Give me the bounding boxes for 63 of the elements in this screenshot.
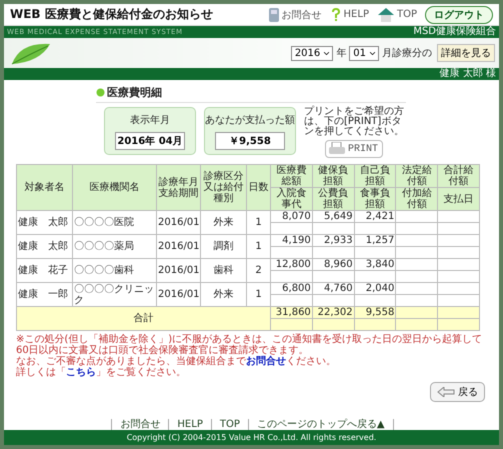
- home-icon: [376, 6, 395, 22]
- printer-icon: [328, 142, 346, 156]
- table-cell: 2016/01: [156, 258, 200, 282]
- table-cell: 健康 太郎: [16, 210, 72, 234]
- bullet-icon: [96, 88, 105, 97]
- summary-value: ￥9,558: [215, 132, 285, 150]
- user-name: 健康 太郎 様: [440, 68, 496, 80]
- table-cell: 健康 花子: [16, 258, 72, 282]
- table-cell: 〇〇〇〇歯科: [72, 258, 156, 282]
- table-cell: 〇〇〇〇薬局: [72, 234, 156, 258]
- help-icon: [330, 6, 342, 22]
- column-header: 健保負担額: [312, 164, 354, 188]
- column-header: 支払日: [438, 188, 480, 210]
- contact-link[interactable]: お問合せ: [246, 356, 286, 367]
- column-header: 公費負担額: [312, 188, 354, 210]
- period-label: 月診療分の: [382, 46, 432, 60]
- column-header: 医療機関名: [72, 164, 156, 210]
- print-button[interactable]: PRINT: [324, 140, 383, 158]
- appeal-notice: ※この処分(但し「補助金を除く」)に不服があるときは、この通知書を受け取った日の翌日から起算して60日以内に文書又は口頭で社会保険審査官に審査請求できます。: [16, 334, 484, 356]
- table-cell: 2016/01: [156, 210, 200, 234]
- table-cell: 1: [246, 234, 270, 258]
- copyright: Copyright (C) 2004-2015 Value HR Co.,Ltd. All rights reserved.: [126, 433, 376, 442]
- nav-link[interactable]: HELP: [330, 6, 369, 22]
- table-cell: 調剤: [200, 234, 246, 258]
- column-header: 自己負担額: [354, 164, 396, 188]
- left-arrow-icon: [437, 387, 455, 397]
- column-header: 入院食事代: [270, 188, 312, 210]
- summary-label: 表示年月: [130, 114, 170, 126]
- print-hint: プリントをご希望の方は、下の[PRINT]ボタンを押してください。: [304, 107, 404, 137]
- column-header: 法定給付額: [396, 164, 438, 188]
- table-cell: 2: [246, 258, 270, 282]
- table-cell: 1: [246, 210, 270, 234]
- table-cell: 〇〇〇〇医院: [72, 210, 156, 234]
- column-header: 対象者名: [16, 164, 72, 210]
- nav-link[interactable]: お問合せ: [268, 6, 322, 22]
- detail-notice: 詳しくは「こちら」をご覧ください。: [16, 367, 187, 378]
- column-header: 日数: [246, 164, 270, 210]
- column-header: 食事負担額: [354, 188, 396, 210]
- column-header: 診療年月支給期間: [156, 164, 200, 210]
- table-cell: 歯科: [200, 258, 246, 282]
- nav-link[interactable]: TOP: [376, 6, 417, 22]
- organization-name: MSD健康保険組合: [413, 26, 496, 38]
- column-header: 医療費総額: [270, 164, 312, 188]
- section-title: 医療費明細: [107, 85, 162, 100]
- total-label: 合計: [16, 306, 270, 330]
- table-cell: 健康 太郎: [16, 234, 72, 258]
- phone-icon: [268, 6, 280, 22]
- table-cell: 2016/01: [156, 234, 200, 258]
- summary-label: あなたが支払った額: [205, 114, 295, 126]
- month-select[interactable]: 01: [349, 46, 379, 60]
- contact-notice: なお、ご不審な点がありましたら、当健保組合までお問合せ ください。: [16, 356, 337, 367]
- view-details-button[interactable]: 詳細を見る: [437, 44, 495, 62]
- logout-button[interactable]: ログアウト: [425, 6, 493, 24]
- summary-value: 2016年 04月: [115, 132, 185, 150]
- details-link[interactable]: こちら: [66, 367, 96, 378]
- column-header: 合計給付額: [438, 164, 480, 188]
- page-title: WEB 医療費と健保給付金のお知らせ: [10, 6, 214, 23]
- year-label: 年: [336, 47, 346, 60]
- back-button[interactable]: 戻る: [430, 382, 485, 402]
- column-header: 付加給付額: [396, 188, 438, 210]
- table-cell: 外来: [200, 210, 246, 234]
- column-header: 診療区分又は給付種別: [200, 164, 246, 210]
- year-select[interactable]: 2016: [290, 46, 334, 60]
